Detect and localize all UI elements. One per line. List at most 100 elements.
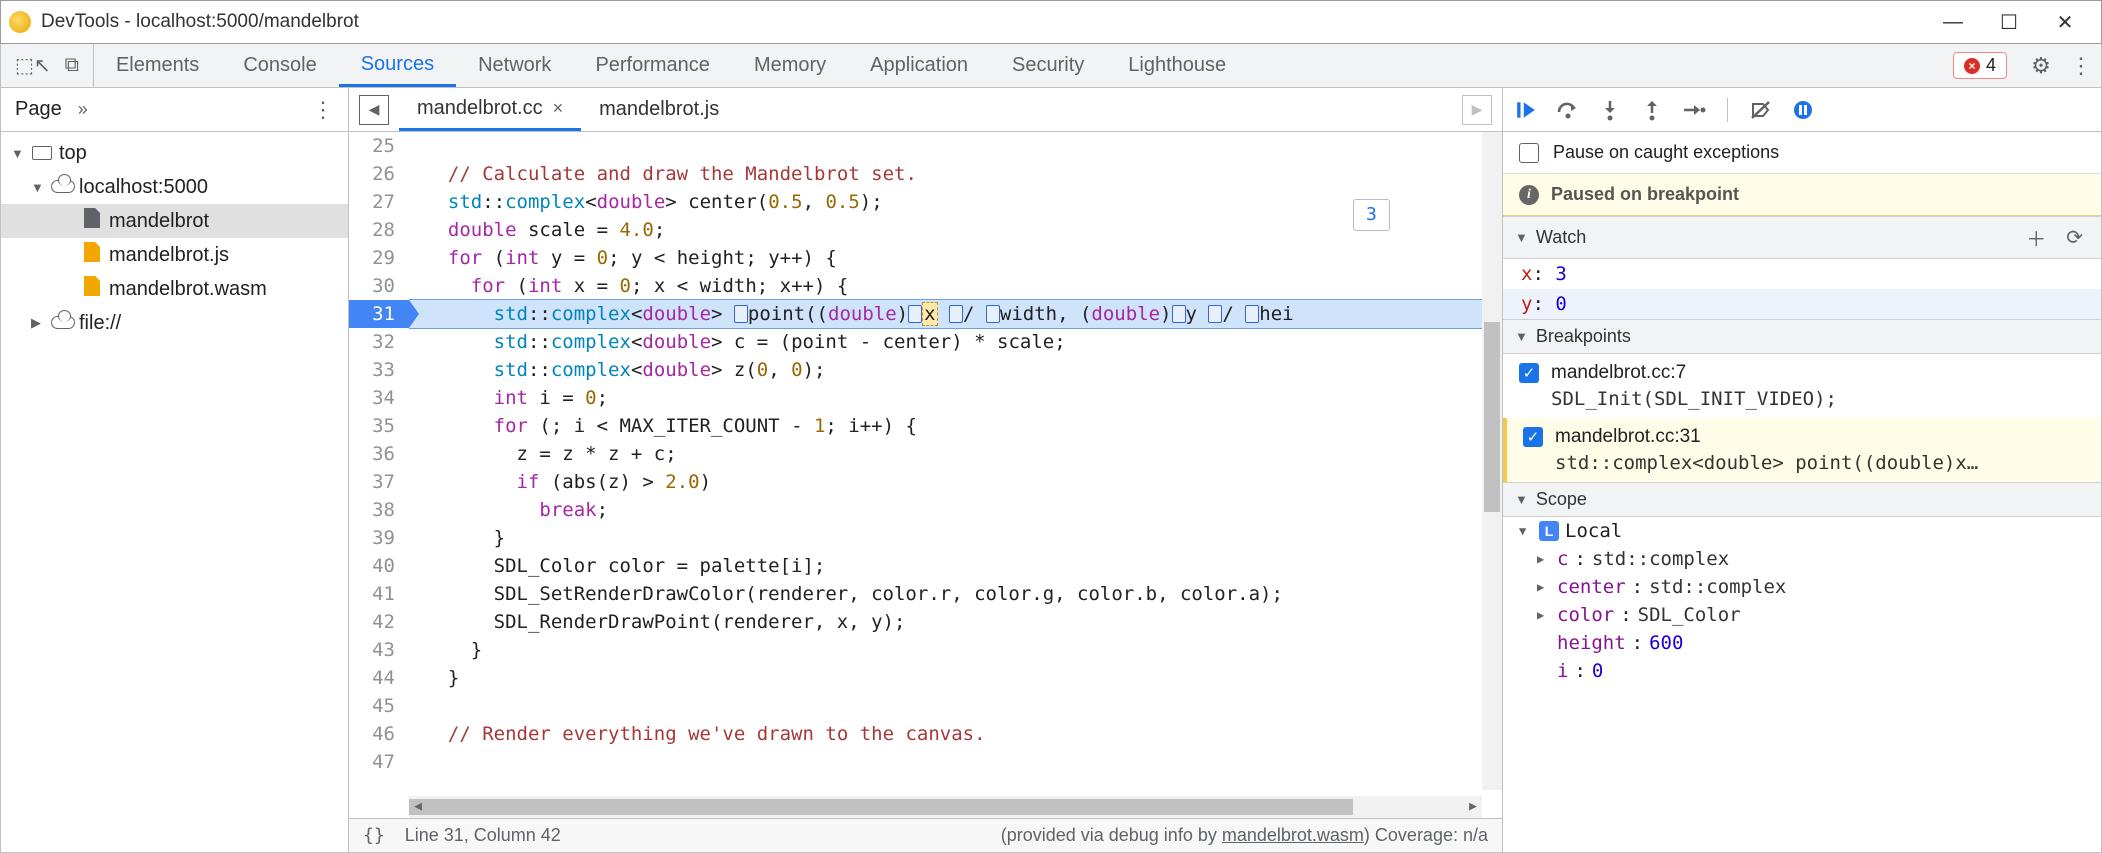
code-line[interactable]: 33 std::complex<double> z(0, 0);	[349, 356, 1502, 384]
tree-host[interactable]: ▼localhost:5000	[1, 170, 348, 204]
gutter-line-number[interactable]: 42	[349, 608, 409, 636]
step-icon[interactable]	[1681, 97, 1707, 123]
main-tab-elements[interactable]: Elements	[94, 44, 221, 87]
settings-gear-icon[interactable]: ⚙	[2021, 53, 2061, 79]
tree-file-mandelbrot-js[interactable]: mandelbrot.js	[1, 238, 348, 272]
gutter-line-number[interactable]: 34	[349, 384, 409, 412]
pause-exceptions-icon[interactable]	[1790, 97, 1816, 123]
error-badge[interactable]: × 4	[1953, 52, 2007, 79]
nav-forward-icon[interactable]: ▶	[1462, 95, 1492, 125]
editor-tab-mandelbrot-cc[interactable]: mandelbrot.cc ×	[399, 88, 581, 131]
code-line[interactable]: 44 }	[349, 664, 1502, 692]
pretty-print-icon[interactable]: {}	[363, 825, 385, 846]
tree-file-mandelbrot[interactable]: mandelbrot	[1, 204, 348, 238]
code-line[interactable]: 38 break;	[349, 496, 1502, 524]
code-line[interactable]: 30 for (int x = 0; x < width; x++) {	[349, 272, 1502, 300]
debug-info-link[interactable]: mandelbrot.wasm	[1222, 825, 1364, 845]
code-line[interactable]: 42 SDL_RenderDrawPoint(renderer, x, y);	[349, 608, 1502, 636]
code-line[interactable]: 36 z = z * z + c;	[349, 440, 1502, 468]
code-line[interactable]: 45	[349, 692, 1502, 720]
scrollbar-vertical[interactable]	[1482, 132, 1502, 790]
gutter-line-number[interactable]: 26	[349, 160, 409, 188]
scope-var[interactable]: ▶color: SDL_Color	[1503, 601, 2101, 629]
code-view[interactable]: 2526 // Calculate and draw the Mandelbro…	[349, 132, 1502, 818]
step-out-icon[interactable]	[1639, 97, 1665, 123]
step-into-icon[interactable]	[1597, 97, 1623, 123]
pause-caught-row[interactable]: Pause on caught exceptions	[1503, 132, 2101, 174]
gutter-line-number[interactable]: 25	[349, 132, 409, 160]
code-line[interactable]: 37 if (abs(z) > 2.0)	[349, 468, 1502, 496]
close-tab-icon[interactable]: ×	[553, 98, 564, 119]
watch-row[interactable]: x: 3	[1503, 259, 2101, 289]
tree-top[interactable]: ▼top	[1, 136, 348, 170]
gutter-line-number[interactable]: 40	[349, 552, 409, 580]
device-icon[interactable]: ⧉	[65, 54, 79, 77]
deactivate-breakpoints-icon[interactable]	[1748, 97, 1774, 123]
refresh-watch-icon[interactable]: ⟳	[2060, 225, 2089, 250]
gutter-line-number[interactable]: 35	[349, 412, 409, 440]
code-line[interactable]: 25	[349, 132, 1502, 160]
main-tab-performance[interactable]: Performance	[573, 44, 732, 87]
sidebar-tab-page[interactable]: Page	[15, 98, 62, 121]
code-line[interactable]: 34 int i = 0;	[349, 384, 1502, 412]
pause-caught-checkbox[interactable]	[1519, 143, 1539, 163]
gutter-line-number[interactable]: 39	[349, 524, 409, 552]
gutter-line-number[interactable]: 30	[349, 272, 409, 300]
code-line[interactable]: 32 std::complex<double> c = (point - cen…	[349, 328, 1502, 356]
gutter-line-number[interactable]: 31	[349, 300, 409, 328]
breakpoint-checkbox[interactable]: ✓	[1523, 427, 1543, 447]
gutter-line-number[interactable]: 28	[349, 216, 409, 244]
sidebar-more-icon[interactable]: ⋮	[312, 97, 334, 123]
scope-var[interactable]: ▶c: std::complex	[1503, 545, 2101, 573]
tree-file-scheme[interactable]: ▶file://	[1, 306, 348, 340]
inspect-icon[interactable]: ⬚↖	[15, 53, 51, 78]
code-line[interactable]: 43 }	[349, 636, 1502, 664]
code-line[interactable]: 29 for (int y = 0; y < height; y++) {	[349, 244, 1502, 272]
add-watch-icon[interactable]: ＋	[2020, 223, 2052, 252]
main-tab-sources[interactable]: Sources	[339, 44, 456, 87]
main-tab-console[interactable]: Console	[221, 44, 338, 87]
scope-local[interactable]: ▼LLocal	[1503, 517, 2101, 545]
gutter-line-number[interactable]: 27	[349, 188, 409, 216]
gutter-line-number[interactable]: 45	[349, 692, 409, 720]
scrollbar-horizontal[interactable]: ◀▶	[409, 796, 1482, 818]
breakpoint-row[interactable]: ✓ mandelbrot.cc:7SDL_Init(SDL_INIT_VIDEO…	[1503, 354, 2101, 418]
watch-row[interactable]: y: 0	[1503, 289, 2101, 319]
scope-var[interactable]: ▶center: std::complex	[1503, 573, 2101, 601]
gutter-line-number[interactable]: 37	[349, 468, 409, 496]
breakpoints-section-head[interactable]: ▼Breakpoints	[1503, 319, 2101, 354]
code-line[interactable]: 35 for (; i < MAX_ITER_COUNT - 1; i++) {	[349, 412, 1502, 440]
close-button[interactable]: ✕	[2037, 10, 2093, 35]
code-line[interactable]: 47	[349, 748, 1502, 776]
scope-var[interactable]: height: 600	[1503, 629, 2101, 657]
main-tab-security[interactable]: Security	[990, 44, 1106, 87]
gutter-line-number[interactable]: 32	[349, 328, 409, 356]
step-over-icon[interactable]	[1555, 97, 1581, 123]
main-tab-application[interactable]: Application	[848, 44, 990, 87]
scope-section-head[interactable]: ▼Scope	[1503, 482, 2101, 517]
watch-section-head[interactable]: ▼Watch ＋ ⟳	[1503, 216, 2101, 259]
code-line[interactable]: 28 double scale = 4.0;	[349, 216, 1502, 244]
gutter-line-number[interactable]: 47	[349, 748, 409, 776]
gutter-line-number[interactable]: 36	[349, 440, 409, 468]
gutter-line-number[interactable]: 43	[349, 636, 409, 664]
main-tab-lighthouse[interactable]: Lighthouse	[1106, 44, 1248, 87]
gutter-line-number[interactable]: 46	[349, 720, 409, 748]
main-tab-network[interactable]: Network	[456, 44, 573, 87]
code-line[interactable]: 46 // Render everything we've drawn to t…	[349, 720, 1502, 748]
main-tab-memory[interactable]: Memory	[732, 44, 848, 87]
minimize-button[interactable]: —	[1925, 11, 1981, 34]
code-line[interactable]: 26 // Calculate and draw the Mandelbrot …	[349, 160, 1502, 188]
gutter-line-number[interactable]: 41	[349, 580, 409, 608]
breakpoint-checkbox[interactable]: ✓	[1519, 363, 1539, 383]
tree-file-mandelbrot-wasm[interactable]: mandelbrot.wasm	[1, 272, 348, 306]
code-line[interactable]: 40 SDL_Color color = palette[i];	[349, 552, 1502, 580]
resume-icon[interactable]	[1513, 97, 1539, 123]
code-line[interactable]: 27 std::complex<double> center(0.5, 0.5)…	[349, 188, 1502, 216]
gutter-line-number[interactable]: 38	[349, 496, 409, 524]
code-line[interactable]: 41 SDL_SetRenderDrawColor(renderer, colo…	[349, 580, 1502, 608]
nav-back-icon[interactable]: ◀	[359, 95, 389, 125]
code-line[interactable]: 39 }	[349, 524, 1502, 552]
gutter-line-number[interactable]: 29	[349, 244, 409, 272]
sidebar-overflow-icon[interactable]: »	[78, 99, 88, 120]
